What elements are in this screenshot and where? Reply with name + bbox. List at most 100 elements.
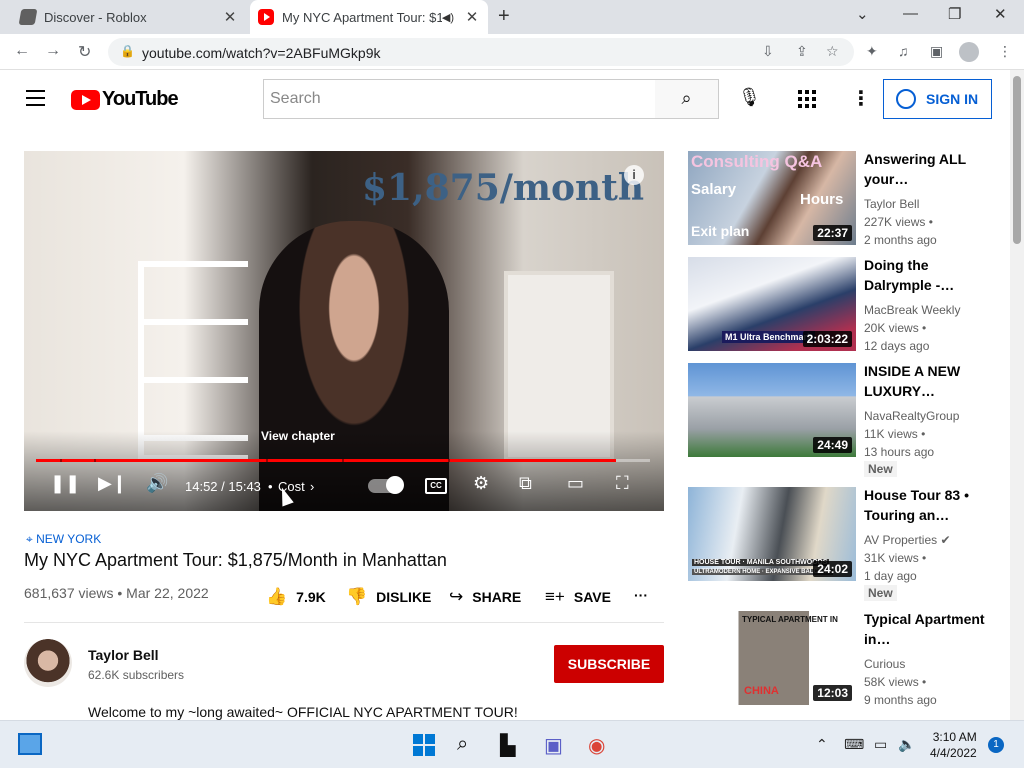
clock[interactable]: 3:10 AM 4/4/2022 bbox=[930, 729, 977, 761]
chapter-chevron-icon[interactable]: › bbox=[310, 479, 314, 494]
search-icon[interactable]: ⌕ bbox=[457, 733, 468, 756]
speaker-icon[interactable]: 🔈 bbox=[898, 736, 915, 753]
video-thumbnail[interactable]: 24:49 bbox=[688, 363, 856, 457]
recommendation-meta: Curious 58K views • 9 months ago bbox=[864, 655, 937, 709]
recommendation-item[interactable]: TYPICAL APARTMENT IN CHINA 12:03 Typical… bbox=[688, 611, 998, 707]
minimize-button[interactable]: — bbox=[903, 5, 918, 22]
voice-search-icon[interactable]: 🎙 bbox=[738, 87, 761, 108]
more-actions-icon[interactable]: ··· bbox=[634, 587, 648, 603]
close-tab-icon[interactable]: ✕ bbox=[220, 8, 240, 26]
keyboard-icon[interactable]: ⌨ bbox=[844, 736, 864, 753]
next-icon[interactable]: ▶❙ bbox=[98, 473, 127, 494]
profile-avatar[interactable] bbox=[959, 42, 979, 62]
thumbnail-text: Consulting Q&A bbox=[691, 152, 823, 171]
start-windows-icon[interactable] bbox=[413, 734, 435, 756]
recommendation-title[interactable]: INSIDE A NEW LUXURY… bbox=[864, 361, 994, 401]
progress-bar[interactable] bbox=[36, 459, 650, 462]
url-text[interactable]: youtube.com/watch?v=2ABFuMGkp9k bbox=[142, 45, 381, 61]
settings-more-icon[interactable]: ⋮ bbox=[851, 86, 871, 111]
search-button[interactable]: ⌕ bbox=[655, 79, 719, 119]
channel-name[interactable]: MacBreak Weekly bbox=[864, 301, 960, 319]
search-input[interactable]: Search bbox=[263, 79, 656, 119]
location-tag[interactable]: ⌖ NEW YORK bbox=[26, 532, 101, 547]
forward-icon[interactable]: → bbox=[45, 42, 61, 60]
pause-icon[interactable]: ❚❚ bbox=[50, 473, 80, 494]
dislike-button[interactable]: 👎 DISLIKE bbox=[346, 587, 431, 607]
lock-icon[interactable]: 🔒 bbox=[120, 44, 135, 58]
restore-button[interactable]: ❐ bbox=[948, 5, 961, 23]
volume-icon[interactable]: 🔊 bbox=[146, 473, 168, 494]
new-tab-button[interactable]: + bbox=[498, 5, 510, 28]
video-duration: 24:49 bbox=[813, 437, 852, 453]
thumbnail-text: TYPICAL APARTMENT IN bbox=[742, 615, 838, 624]
channel-name[interactable]: Taylor Bell bbox=[864, 195, 937, 213]
view-count: 11K views • bbox=[864, 427, 926, 441]
subscribe-button[interactable]: SUBSCRIBE bbox=[554, 645, 664, 683]
address-bar[interactable]: 🔒 youtube.com/watch?v=2ABFuMGkp9k ⇩ ⇪ ☆ bbox=[108, 38, 854, 66]
recommendation-item[interactable]: M1 Ultra Benchmark 2:03:22 Doing the Dal… bbox=[688, 257, 998, 353]
chapter-marker bbox=[342, 459, 344, 462]
task-view-icon[interactable]: ▙ bbox=[500, 733, 515, 758]
media-control-icon[interactable]: ♫ bbox=[898, 43, 909, 59]
close-window-button[interactable]: ✕ bbox=[994, 5, 1007, 23]
chrome-icon[interactable]: ◉ bbox=[588, 733, 605, 758]
chrome-menu-icon[interactable]: ⋮ bbox=[998, 43, 1012, 60]
video-player[interactable]: $1,875/month i View chapter ❚❚ ▶❙ 🔊 14:5… bbox=[24, 151, 664, 511]
bookmark-star-icon[interactable]: ☆ bbox=[826, 43, 839, 60]
close-tab-icon[interactable]: ✕ bbox=[462, 8, 482, 26]
recommendation-title[interactable]: Doing the Dalrymple -… bbox=[864, 255, 994, 295]
save-button[interactable]: ≡+ SAVE bbox=[545, 587, 611, 607]
recommendation-meta: AV Properties ✔ 31K views • 1 day ago bbox=[864, 531, 951, 585]
recommendation-meta: NavaRealtyGroup 11K views • 13 hours ago bbox=[864, 407, 959, 461]
clock-date: 4/4/2022 bbox=[930, 746, 977, 760]
theater-mode-icon[interactable]: ▭ bbox=[567, 473, 584, 494]
settings-gear-icon[interactable]: ⚙ bbox=[473, 473, 489, 494]
page-scrollbar[interactable] bbox=[1010, 70, 1024, 720]
channel-name[interactable]: AV Properties ✔ bbox=[864, 531, 951, 549]
recommendation-title[interactable]: Answering ALL your… bbox=[864, 149, 994, 189]
recommendation-item[interactable]: Consulting Q&A Salary Hours Exit plan 22… bbox=[688, 151, 998, 247]
channel-name[interactable]: NavaRealtyGroup bbox=[864, 407, 959, 425]
recommendation-title[interactable]: Typical Apartment in… bbox=[864, 609, 994, 649]
recommendation-item[interactable]: 24:49 INSIDE A NEW LUXURY… NavaRealtyGro… bbox=[688, 361, 998, 477]
info-icon[interactable]: i bbox=[624, 165, 644, 185]
notification-badge[interactable]: 1 bbox=[988, 737, 1004, 753]
side-panel-icon[interactable]: ▣ bbox=[930, 43, 943, 60]
network-icon[interactable]: ▭ bbox=[874, 736, 887, 753]
captions-icon[interactable]: CC bbox=[425, 478, 447, 494]
autoplay-toggle[interactable] bbox=[368, 476, 404, 494]
video-thumbnail[interactable]: Consulting Q&A Salary Hours Exit plan 22… bbox=[688, 151, 856, 245]
widgets-icon[interactable] bbox=[18, 733, 42, 755]
tab-youtube[interactable]: My NYC Apartment Tour: $1 ◀︎) ✕ bbox=[250, 0, 488, 34]
share-button[interactable]: ↪ SHARE bbox=[449, 587, 521, 607]
scrollbar-thumb[interactable] bbox=[1013, 76, 1021, 244]
tab-search-icon[interactable]: ⌄ bbox=[856, 5, 869, 23]
tab-roblox[interactable]: Discover - Roblox ✕ bbox=[10, 0, 246, 34]
tray-overflow-icon[interactable]: ⌃ bbox=[816, 736, 828, 753]
extensions-icon[interactable]: ✦ bbox=[866, 43, 878, 60]
menu-icon[interactable] bbox=[26, 90, 45, 106]
apps-grid-icon[interactable] bbox=[798, 90, 816, 108]
channel-name[interactable]: Curious bbox=[864, 655, 937, 673]
reload-icon[interactable]: ↻ bbox=[78, 42, 91, 62]
video-thumbnail[interactable]: HOUSE TOUR · MANILA SOUTHWOODS ULTRAMODE… bbox=[688, 487, 856, 581]
audio-playing-icon[interactable]: ◀︎) bbox=[442, 11, 454, 24]
miniplayer-icon[interactable]: ⧉ bbox=[519, 473, 532, 494]
channel-avatar[interactable] bbox=[24, 639, 72, 687]
teams-chat-icon[interactable]: ▣ bbox=[544, 733, 563, 758]
new-badge: New bbox=[864, 585, 897, 601]
recommendation-item[interactable]: HOUSE TOUR · MANILA SOUTHWOODS ULTRAMODE… bbox=[688, 485, 998, 601]
thumbnail-text: HOUSE TOUR · MANILA SOUTHWOODS bbox=[692, 559, 830, 566]
back-icon[interactable]: ← bbox=[14, 42, 30, 60]
fullscreen-icon[interactable]: ⛶ bbox=[616, 473, 629, 494]
video-thumbnail[interactable]: TYPICAL APARTMENT IN CHINA 12:03 bbox=[688, 611, 856, 705]
channel-name[interactable]: Taylor Bell bbox=[88, 647, 159, 663]
install-icon[interactable]: ⇩ bbox=[762, 43, 774, 60]
sign-in-button[interactable]: SIGN IN bbox=[883, 79, 992, 119]
divider bbox=[24, 622, 664, 623]
youtube-logo[interactable]: YouTube bbox=[71, 88, 179, 111]
like-button[interactable]: 👍 7.9K bbox=[266, 587, 326, 607]
video-thumbnail[interactable]: M1 Ultra Benchmark 2:03:22 bbox=[688, 257, 856, 351]
recommendation-title[interactable]: House Tour 83 • Touring an… bbox=[864, 485, 994, 525]
share-page-icon[interactable]: ⇪ bbox=[796, 43, 808, 60]
